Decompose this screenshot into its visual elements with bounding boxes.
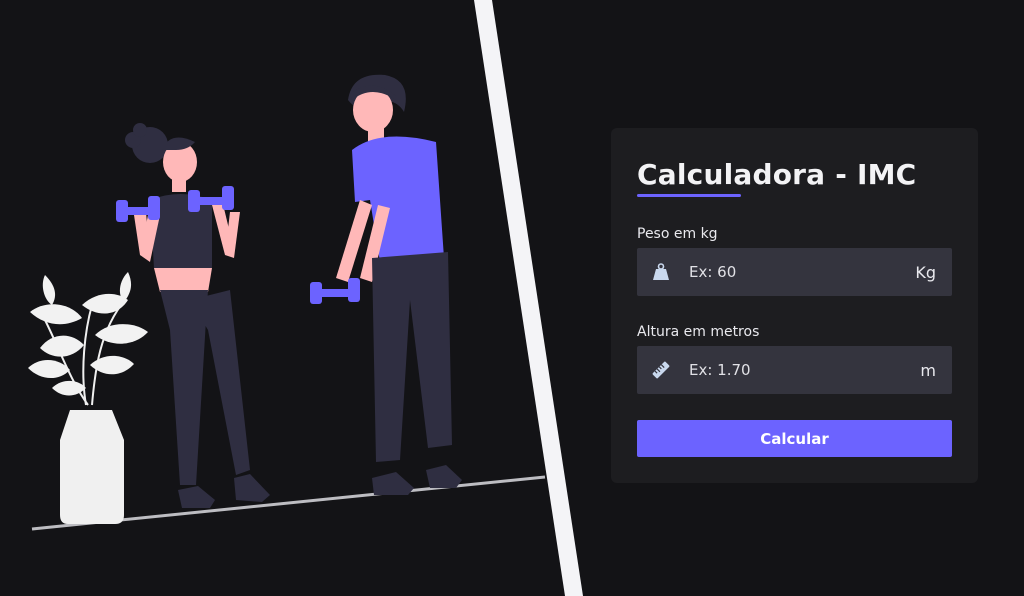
potted-plant [28, 272, 148, 524]
weight-icon [651, 262, 671, 282]
calculator-title: Calculadora - IMC [637, 158, 917, 191]
diagonal-divider [474, 0, 583, 596]
ruler-icon [651, 360, 671, 380]
weight-unit: Kg [915, 263, 936, 282]
woman-figure [116, 123, 270, 508]
title-underline [637, 194, 741, 197]
height-unit: m [920, 361, 936, 380]
height-input[interactable] [689, 346, 899, 394]
height-field: m [637, 346, 952, 394]
weight-field: Kg [637, 248, 952, 296]
bmi-calculator-card: Calculadora - IMC Peso em kg Kg Altura e… [611, 128, 978, 483]
weight-label: Peso em kg [637, 226, 718, 242]
man-figure [310, 74, 462, 495]
calculate-button[interactable]: Calcular [637, 420, 952, 457]
page: Calculadora - IMC Peso em kg Kg Altura e… [0, 0, 1024, 596]
weight-input[interactable] [689, 248, 899, 296]
height-label: Altura em metros [637, 324, 760, 340]
